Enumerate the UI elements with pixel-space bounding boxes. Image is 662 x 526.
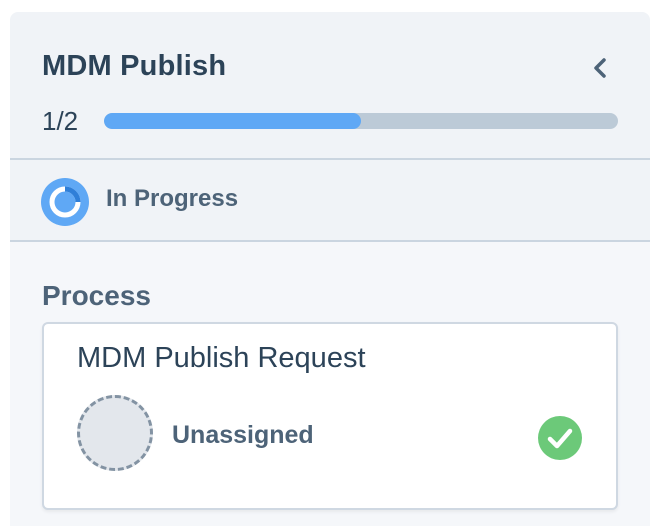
check-circle-icon xyxy=(538,416,582,460)
panel-title: MDM Publish xyxy=(42,50,227,82)
unassigned-avatar[interactable] xyxy=(77,395,153,471)
progress-bar xyxy=(104,113,618,129)
status-label: In Progress xyxy=(106,185,239,212)
status-row: In Progress xyxy=(10,160,650,242)
chevron-left-icon xyxy=(594,58,606,78)
progress-bar-fill xyxy=(104,113,361,129)
in-progress-ring-icon xyxy=(41,178,89,226)
section-title: Process xyxy=(42,280,151,311)
assignee-label: Unassigned xyxy=(172,421,314,449)
panel-header: MDM Publish 1/2 xyxy=(10,12,650,160)
workflow-panel: MDM Publish 1/2 In Progress Process MDM … xyxy=(10,12,650,526)
collapse-button[interactable] xyxy=(590,56,610,80)
progress-count: 1/2 xyxy=(42,106,79,136)
process-section: Process MDM Publish Request Unassigned xyxy=(10,242,650,526)
process-card[interactable]: MDM Publish Request Unassigned xyxy=(42,322,618,510)
process-card-title: MDM Publish Request xyxy=(77,342,366,374)
